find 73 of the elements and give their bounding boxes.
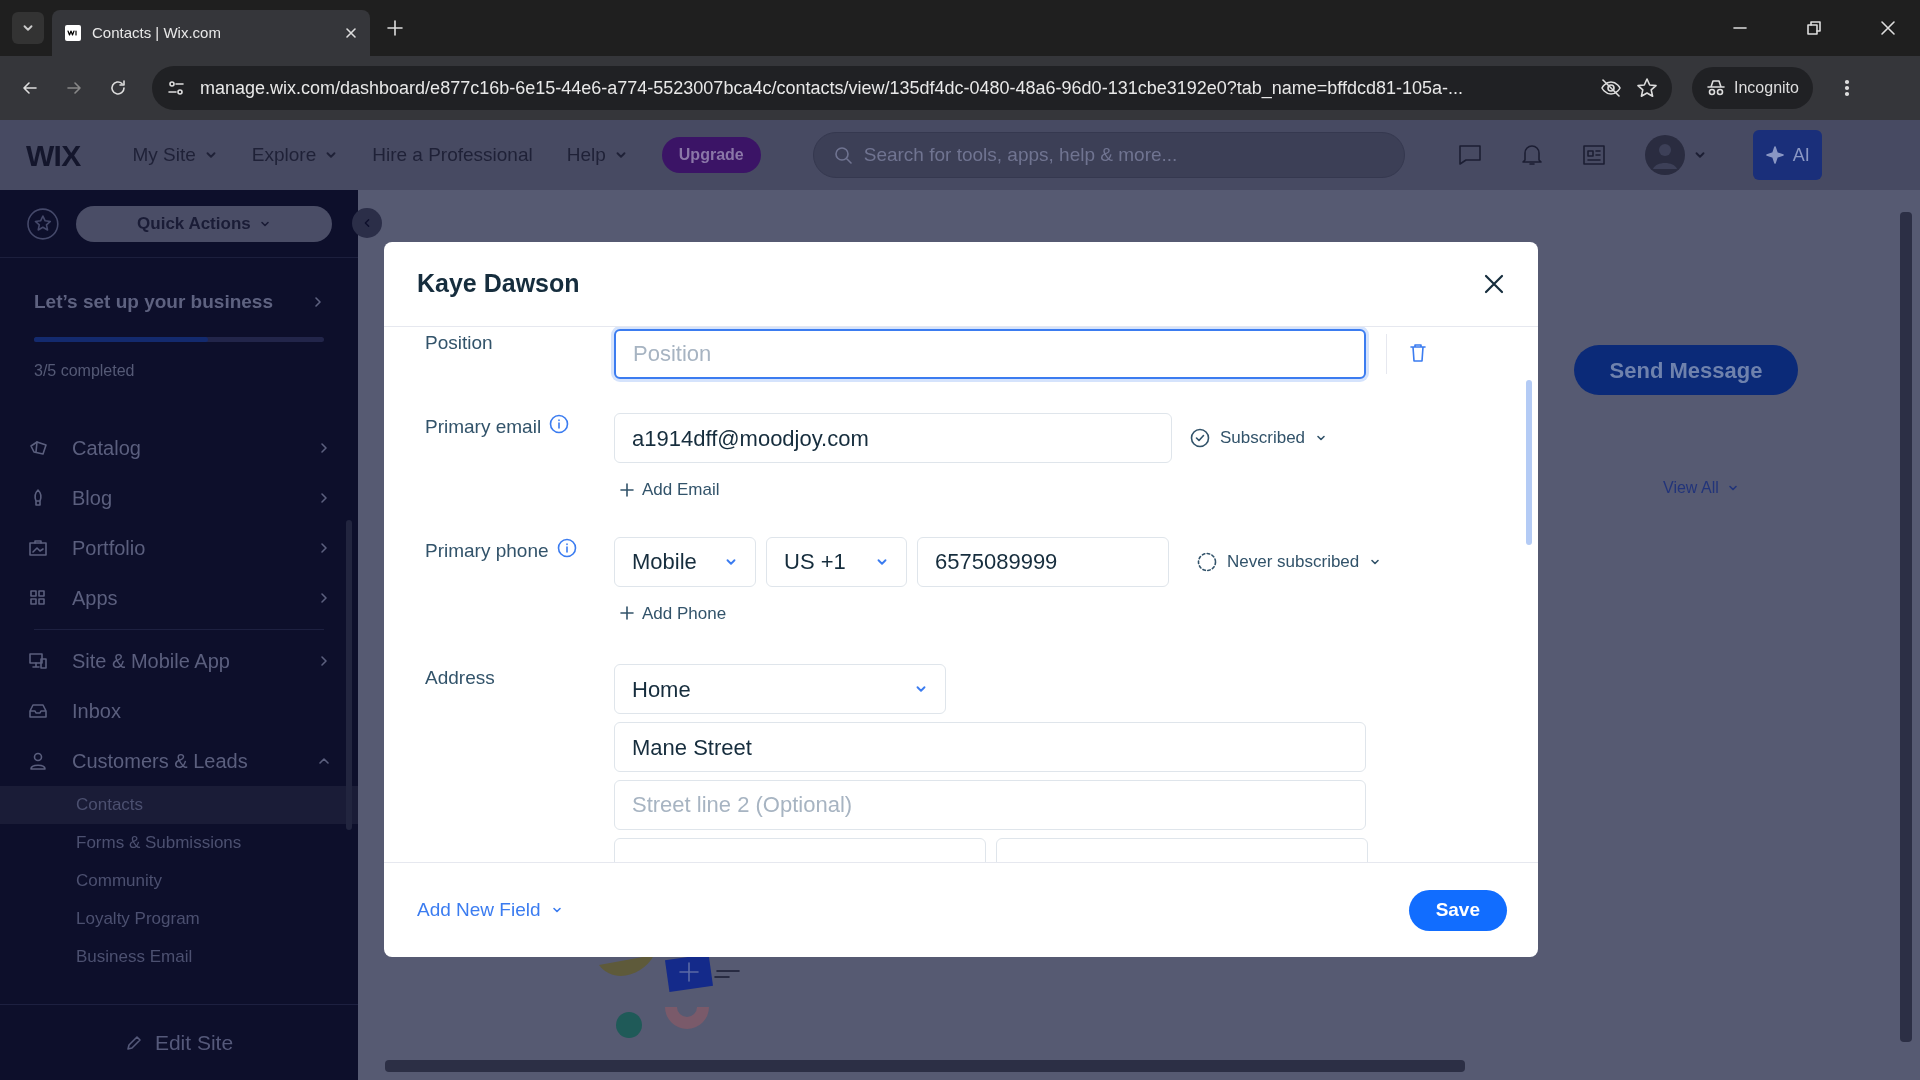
grid-icon xyxy=(28,588,48,608)
sidebar-subitem[interactable]: Loyalty Program xyxy=(0,900,358,938)
sidebar-subitem[interactable]: Forms & Submissions xyxy=(0,824,358,862)
browser-tab[interactable]: Contacts | Wix.com xyxy=(52,10,370,56)
street-field[interactable]: Mane Street xyxy=(614,722,1366,772)
plus-icon xyxy=(620,482,634,497)
add-new-field-button[interactable]: Add New Field xyxy=(417,895,563,925)
sidebar-subitem[interactable]: Business Email xyxy=(0,938,358,976)
email-field[interactable]: a1914dff@moodjoy.com xyxy=(614,413,1172,463)
site-favicon-icon xyxy=(64,24,82,42)
plus-icon xyxy=(620,606,634,621)
edit-site-button[interactable]: Edit Site xyxy=(124,1026,234,1059)
star-icon[interactable] xyxy=(1636,77,1658,99)
sidebar-subitem[interactable]: Community xyxy=(0,862,358,900)
url-text: manage.wix.com/dashboard/e877c16b-6e15-44e6-a774-5523007bca4c/contacts/view/135df4dc-0480-48a6-96d0-131cbe3192e0?tab_name=bffdcd81-105a-... xyxy=(200,76,1465,101)
field-label: Position xyxy=(425,331,493,355)
scrollbar-thumb[interactable] xyxy=(385,1060,1465,1072)
collapse-sidebar-button[interactable] xyxy=(352,208,382,238)
chevron-right-icon xyxy=(312,296,324,309)
progress-text: 3/5 completed xyxy=(34,360,136,381)
search-field[interactable]: Search for tools, apps, help & more... xyxy=(812,132,1405,178)
devices-icon xyxy=(28,651,48,671)
sidebar-item[interactable]: Site & Mobile App xyxy=(0,636,358,686)
close-icon[interactable] xyxy=(1483,273,1505,295)
sidebar-subitem[interactable]: Contacts xyxy=(0,786,358,824)
scrollbar-thumb[interactable] xyxy=(1526,380,1532,545)
sparkle-icon xyxy=(1764,144,1787,166)
address-type-select[interactable]: Home xyxy=(614,664,946,714)
street-line-2-field[interactable]: Street line 2 (Optional) xyxy=(614,780,1366,830)
field-label: Primary phone xyxy=(425,538,549,563)
add-link[interactable]: Add Email xyxy=(620,477,1328,503)
sidebar-item[interactable]: Apps xyxy=(0,573,358,623)
ai-button[interactable]: AI xyxy=(1752,130,1822,180)
scrollbar-thumb[interactable] xyxy=(1900,212,1912,1042)
sidebar-item[interactable]: Catalog xyxy=(0,423,358,473)
country-code-select[interactable]: US +1 xyxy=(766,536,907,587)
field-label: Address xyxy=(425,666,495,690)
restore-icon[interactable] xyxy=(1806,20,1822,36)
tab-list-button[interactable] xyxy=(12,12,44,44)
reload-icon[interactable] xyxy=(108,78,128,98)
phone-field[interactable]: 6575089999 xyxy=(917,536,1169,587)
position-field[interactable]: Position xyxy=(614,329,1366,379)
search-icon xyxy=(832,145,853,165)
inbox-icon xyxy=(28,701,48,721)
sidebar-item[interactable]: Inbox xyxy=(0,686,358,736)
new-tab-icon[interactable] xyxy=(386,19,404,37)
phone-type-select[interactable]: Mobile xyxy=(614,536,756,587)
sidebar-item[interactable]: Customers & Leads xyxy=(0,736,358,786)
setup-link[interactable]: Let’s set up your business xyxy=(34,288,324,317)
dialog-title: Kaye Dawson xyxy=(417,268,580,300)
sidebar-item[interactable]: Blog xyxy=(0,473,358,523)
incognito-badge[interactable]: Incognito xyxy=(1692,67,1813,109)
site-settings-icon[interactable] xyxy=(166,78,186,98)
sidebar-item[interactable]: Portfolio xyxy=(0,523,358,573)
address-bar[interactable]: manage.wix.com/dashboard/e877c16b-6e15-44e6-a774-5523007bca4c/contacts/view/135df4dc-0480-48a6-96d0-131cbe3192e0?tab_name=bffdcd81-105a-... xyxy=(152,66,1672,110)
image-icon xyxy=(28,538,48,558)
eye-slash-icon[interactable] xyxy=(1600,77,1622,99)
subscription-status[interactable]: Subscribed xyxy=(1190,425,1328,451)
incognito-icon xyxy=(1706,78,1726,98)
info-icon[interactable] xyxy=(549,414,570,434)
field-label: Primary email xyxy=(425,415,542,439)
send-message-button[interactable]: Send Message xyxy=(1574,345,1798,395)
avatar-icon xyxy=(1644,135,1685,175)
close-icon[interactable] xyxy=(344,26,358,40)
add-link[interactable]: Add Phone xyxy=(620,600,1382,626)
subscription-status[interactable]: Never subscribed xyxy=(1197,548,1382,575)
person-icon xyxy=(28,751,48,771)
trash-icon[interactable] xyxy=(1409,343,1427,363)
save-button[interactable]: Save xyxy=(1408,889,1507,931)
upgrade-button[interactable]: Upgrade xyxy=(661,137,761,173)
pencil-icon xyxy=(124,1033,143,1052)
info-icon[interactable] xyxy=(556,537,577,558)
chevron-left-icon xyxy=(362,218,372,228)
